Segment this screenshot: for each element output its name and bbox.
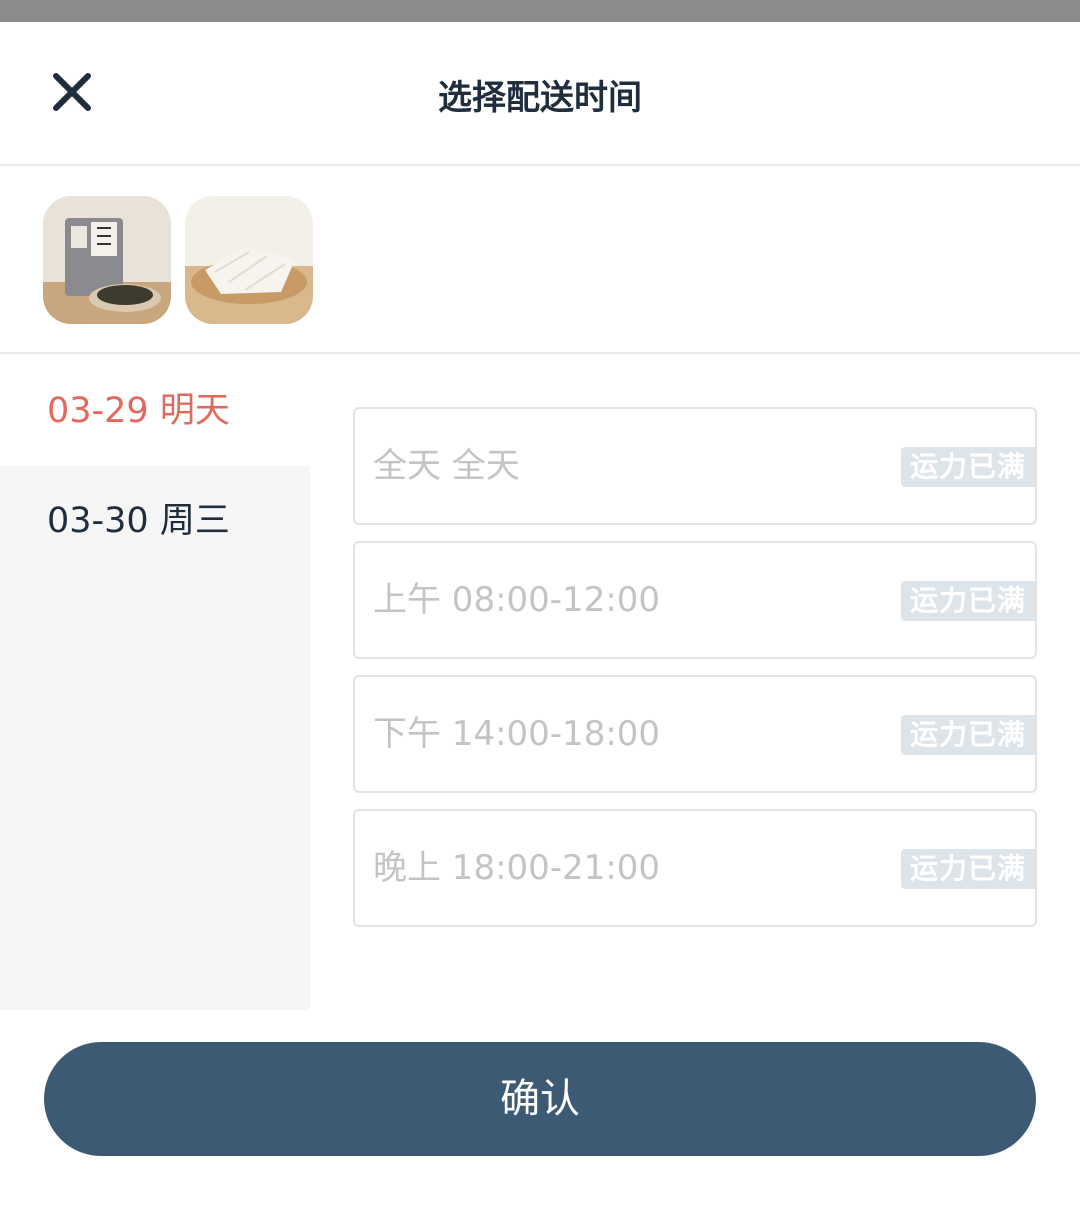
- product-thumbnails: [0, 168, 1080, 354]
- delivery-time-sheet: 选择配送时间 03-29 明天 03-30 周三 全天 全天 运力已满 上午 0…: [0, 22, 1080, 1224]
- date-item-0330[interactable]: 03-30 周三: [0, 466, 310, 1010]
- date-item-0329[interactable]: 03-29 明天: [0, 356, 310, 466]
- product-thumbnail-paper: [185, 196, 313, 324]
- capacity-full-badge: 运力已满: [901, 581, 1035, 621]
- time-slot-morning[interactable]: 上午 08:00-12:00 运力已满: [353, 541, 1037, 659]
- time-slot-label: 全天 全天: [373, 446, 520, 486]
- time-slot-afternoon[interactable]: 下午 14:00-18:00 运力已满: [353, 675, 1037, 793]
- time-slot-label: 上午 08:00-12:00: [373, 580, 661, 620]
- time-slot-evening[interactable]: 晚上 18:00-21:00 运力已满: [353, 809, 1037, 927]
- date-list: 03-29 明天 03-30 周三: [0, 356, 310, 1010]
- capacity-full-badge: 运力已满: [901, 849, 1035, 889]
- capacity-full-badge: 运力已满: [901, 447, 1035, 487]
- sheet-title: 选择配送时间: [438, 78, 642, 118]
- time-slot-list: 全天 全天 运力已满 上午 08:00-12:00 运力已满 下午 14:00-…: [353, 407, 1037, 943]
- backdrop-overlay: [0, 0, 1080, 22]
- time-slot-all-day[interactable]: 全天 全天 运力已满: [353, 407, 1037, 525]
- product-thumbnail-seaweed: [43, 196, 171, 324]
- confirm-button[interactable]: 确认: [44, 1042, 1036, 1156]
- capacity-full-badge: 运力已满: [901, 715, 1035, 755]
- time-slot-label: 晚上 18:00-21:00: [373, 848, 661, 888]
- sheet-header: 选择配送时间: [0, 22, 1080, 166]
- time-slot-label: 下午 14:00-18:00: [373, 714, 661, 754]
